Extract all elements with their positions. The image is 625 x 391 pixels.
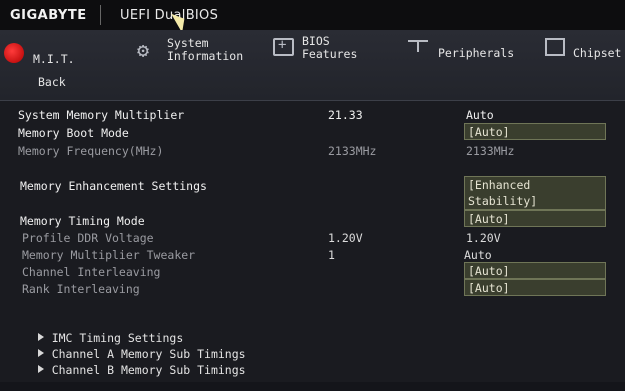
setting-label: Memory Timing Mode	[20, 214, 145, 228]
current-value: 1	[328, 248, 335, 262]
setting-value[interactable]: Auto	[466, 108, 494, 122]
setting-value-box[interactable]: [Auto]	[464, 123, 606, 140]
tab-bios-features[interactable]: BIOS Features	[302, 35, 357, 61]
settings-panel: System Memory Multiplier 21.33 Auto Memo…	[0, 101, 625, 382]
current-value: 2133MHz	[328, 144, 377, 158]
setting-value: 2133MHz	[466, 144, 515, 158]
setting-value-box[interactable]: [Auto]	[464, 279, 606, 296]
setting-value-box[interactable]: [Enhanced Stability]	[464, 176, 606, 210]
brand-logo: GIGABYTE	[10, 8, 87, 23]
chipset-icon	[545, 38, 565, 56]
tab-peripherals[interactable]: Peripherals	[438, 47, 514, 60]
main-nav: M.I.T. Back ⚙ System Information BIOS Fe…	[0, 30, 625, 101]
setting-label: Memory Boot Mode	[18, 126, 129, 140]
setting-label: Rank Interleaving	[22, 282, 140, 296]
setting-value-box[interactable]: [Auto]	[464, 262, 606, 279]
setting-label: Memory Multiplier Tweaker	[22, 248, 196, 262]
tab-chipset[interactable]: Chipset	[573, 47, 621, 60]
setting-label: System Memory Multiplier	[18, 108, 185, 122]
setting-value: 1.20V	[466, 231, 501, 245]
top-bar: GIGABYTE UEFI DualBIOS	[0, 0, 625, 33]
app-title: UEFI DualBIOS	[120, 8, 219, 23]
setting-row-memory-frequency: Memory Frequency(MHz) 2133MHz 2133MHz	[0, 144, 625, 160]
gear-icon: ⚙	[137, 38, 150, 62]
setting-row-system-memory-multiplier[interactable]: System Memory Multiplier 21.33 Auto	[0, 108, 625, 124]
setting-label: Channel Interleaving	[22, 265, 161, 279]
tab-mit[interactable]: M.I.T.	[33, 53, 75, 66]
setting-label: Profile DDR Voltage	[22, 231, 154, 245]
submenu-channel-b[interactable]: Channel B Memory Sub Timings	[10, 349, 246, 391]
setting-value[interactable]: Auto	[464, 248, 492, 262]
submenu-label: Channel B Memory Sub Timings	[51, 363, 246, 377]
peripherals-icon	[408, 40, 428, 54]
setting-label: Memory Enhancement Settings	[20, 179, 207, 193]
setting-row-profile-ddr-voltage: Profile DDR Voltage 1.20V 1.20V	[0, 231, 625, 247]
brand-divider	[100, 5, 101, 25]
setting-value-box[interactable]: [Auto]	[464, 210, 606, 227]
back-button[interactable]: Back	[38, 76, 66, 89]
bios-features-icon	[273, 37, 294, 56]
expand-arrow-icon	[37, 365, 44, 373]
setting-label: Memory Frequency(MHz)	[18, 144, 164, 158]
current-value: 1.20V	[328, 231, 363, 245]
current-value: 21.33	[328, 108, 363, 122]
mit-icon	[4, 43, 24, 63]
tab-system-information[interactable]: System Information	[167, 37, 243, 63]
